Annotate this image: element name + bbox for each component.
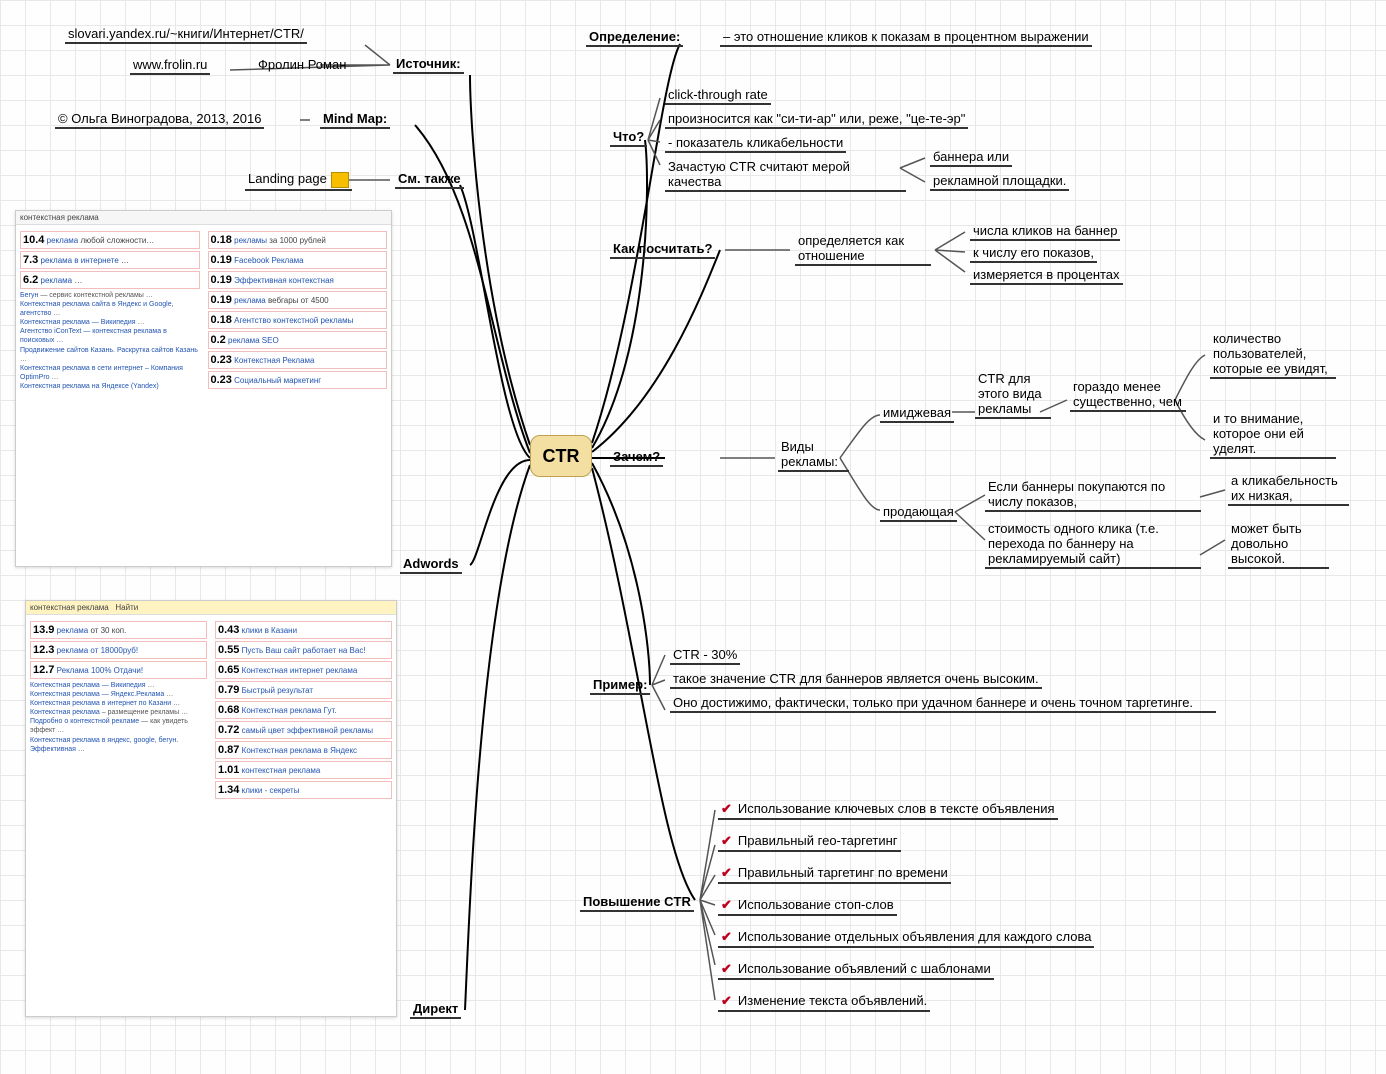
why-sell-low: а кликабельность их низкая, bbox=[1228, 472, 1349, 506]
branch-mindmap: Mind Map: bbox=[320, 110, 390, 129]
branch-definition: Определение: bbox=[586, 28, 683, 47]
check-icon: ✔ bbox=[721, 929, 732, 944]
what-quality: Зачастую CTR считают мерой качества bbox=[665, 158, 906, 192]
source-url[interactable]: slovari.yandex.ru/~книги/Интернет/CTR/ bbox=[65, 25, 307, 44]
check-icon: ✔ bbox=[721, 993, 732, 1008]
definition-text: – это отношение кликов к показам в проце… bbox=[720, 28, 1092, 47]
what-item-2: - показатель кликабельности bbox=[665, 134, 846, 153]
branch-direct: Директ bbox=[410, 1000, 461, 1019]
landing-page-icon bbox=[331, 172, 349, 188]
why-sell-cost: стоимость одного клика (т.е. перехода по… bbox=[985, 520, 1201, 569]
center-node: CTR bbox=[530, 435, 592, 477]
branch-source: Источник: bbox=[393, 55, 464, 74]
seealso-item-text: Landing page bbox=[248, 171, 327, 186]
primer-0: CTR - 30% bbox=[670, 646, 740, 665]
check-icon: ✔ bbox=[721, 865, 732, 880]
what-item-0: click-through rate bbox=[665, 86, 771, 105]
howto-lead: определяется как отношение bbox=[795, 232, 931, 266]
why-sell-name: продающая bbox=[880, 503, 957, 522]
branch-howto: Как посчитать? bbox=[610, 240, 715, 259]
what-quality-sub-0: баннера или bbox=[930, 148, 1012, 167]
improve-0: ✔Использование ключевых слов в тексте об… bbox=[718, 800, 1058, 820]
improve-5: ✔Использование объявлений с шаблонами bbox=[718, 960, 994, 980]
branch-why: Зачем? bbox=[610, 448, 663, 467]
check-icon: ✔ bbox=[721, 801, 732, 816]
improve-1: ✔Правильный гео-таргетинг bbox=[718, 832, 901, 852]
branch-improve: Повышение CTR bbox=[580, 893, 694, 912]
why-kinds: Виды рекламы: bbox=[778, 438, 849, 472]
check-icon: ✔ bbox=[721, 961, 732, 976]
why-image-cons-0: количество пользователей, которые ее уви… bbox=[1210, 330, 1336, 379]
source-site[interactable]: www.frolin.ru bbox=[130, 56, 210, 75]
howto-item-0: числа кликов на баннер bbox=[970, 222, 1120, 241]
branch-what: Что? bbox=[610, 128, 647, 147]
check-icon: ✔ bbox=[721, 897, 732, 912]
mindmap-credit: © Ольга Виноградова, 2013, 2016 bbox=[55, 110, 264, 129]
branch-adwords: Adwords bbox=[400, 555, 462, 574]
why-sell-ifbuy: Если баннеры покупаются по числу показов… bbox=[985, 478, 1201, 512]
why-sell-high: может быть довольно высокой. bbox=[1228, 520, 1329, 569]
howto-item-2: измеряется в процентах bbox=[970, 266, 1123, 285]
improve-6: ✔Изменение текста объявлений. bbox=[718, 992, 930, 1012]
what-item-1: произносится как "си-ти-ар" или, реже, "… bbox=[665, 110, 968, 129]
primer-2: Оно достижимо, фактически, только при уд… bbox=[670, 694, 1216, 713]
adwords-screenshot: контекстная реклама 10.4 реклама любой с… bbox=[15, 210, 392, 567]
branch-seealso: См. также bbox=[395, 170, 464, 189]
improve-3: ✔Использование стоп-слов bbox=[718, 896, 897, 916]
what-quality-sub-1: рекламной площадки. bbox=[930, 172, 1069, 191]
improve-2: ✔Правильный таргетинг по времени bbox=[718, 864, 951, 884]
why-image-ctr: CTR для этого вида рекламы bbox=[975, 370, 1051, 419]
direct-screenshot: контекстная реклама Найти 13.9 реклама о… bbox=[25, 600, 397, 1017]
howto-item-1: к числу его показов, bbox=[970, 244, 1097, 263]
search-term: контекстная реклама bbox=[20, 213, 99, 222]
primer-1: такое значение CTR для баннеров является… bbox=[670, 670, 1042, 689]
why-image-less: гораздо менее существенно, чем bbox=[1070, 378, 1186, 412]
branch-primer: Пример: bbox=[590, 676, 650, 695]
why-image-cons-1: и то внимание, которое они ей уделят. bbox=[1210, 410, 1336, 459]
seealso-item[interactable]: Landing page bbox=[245, 170, 352, 191]
check-icon: ✔ bbox=[721, 833, 732, 848]
source-author: Фролин Роман bbox=[255, 56, 349, 73]
why-image-name: имиджевая bbox=[880, 404, 954, 423]
improve-4: ✔Использование отдельных объявления для … bbox=[718, 928, 1094, 948]
